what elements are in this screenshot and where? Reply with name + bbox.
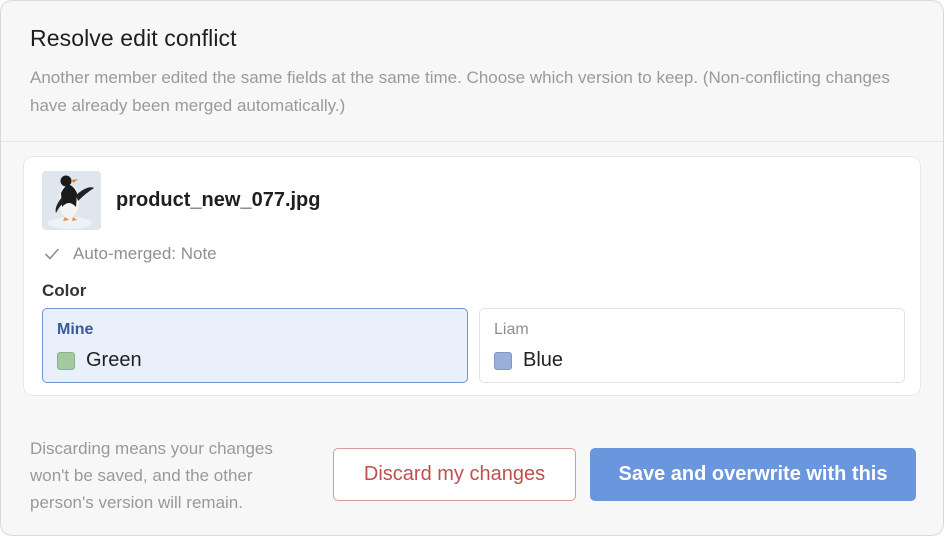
option-liam[interactable]: Liam Blue <box>479 308 905 383</box>
conflict-dialog: Resolve edit conflict Another member edi… <box>0 0 944 536</box>
save-overwrite-button[interactable]: Save and overwrite with this <box>590 448 916 501</box>
auto-merged-text: Auto-merged: Note <box>73 244 217 263</box>
image-thumbnail <box>42 171 101 230</box>
field-label-color: Color <box>42 281 87 300</box>
item-filename: product_new_077.jpg <box>116 189 321 211</box>
option-mine-value-text: Green <box>86 349 142 371</box>
dialog-title: Resolve edit conflict <box>30 25 237 51</box>
auto-merged-status: Auto-merged: Note <box>44 244 217 264</box>
color-swatch-blue <box>494 351 512 370</box>
discard-button[interactable]: Discard my changes <box>333 448 576 501</box>
option-liam-value-text: Blue <box>523 349 564 371</box>
color-swatch-green <box>57 351 75 370</box>
option-mine[interactable]: Mine Green <box>42 308 468 383</box>
dialog-header: Resolve edit conflict Another member edi… <box>1 1 943 142</box>
option-mine-author: Mine <box>57 321 94 338</box>
option-mine-value: Green <box>57 349 142 372</box>
option-liam-author: Liam <box>494 321 529 338</box>
conflict-item-card: product_new_077.jpg Auto-merged: Note Co… <box>23 156 921 396</box>
dialog-description: Another member edited the same fields at… <box>30 68 890 115</box>
check-icon <box>45 248 59 260</box>
option-liam-value: Blue <box>494 349 563 372</box>
discard-warning-note: Discarding means your changes won't be s… <box>30 439 273 512</box>
